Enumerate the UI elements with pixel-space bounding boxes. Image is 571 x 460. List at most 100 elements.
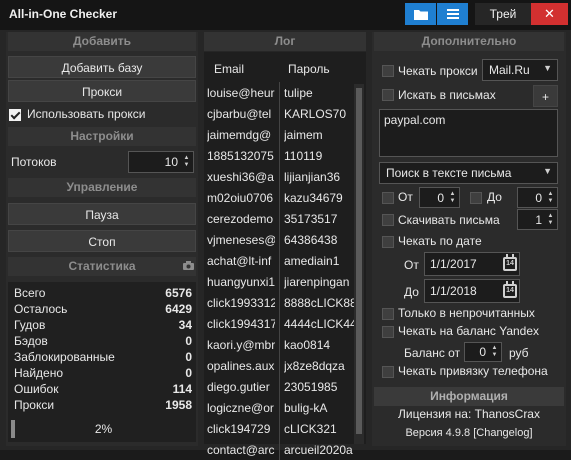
menu-button[interactable] bbox=[437, 3, 468, 25]
spin-arrows-icon[interactable]: ▲ ▼ bbox=[182, 155, 191, 169]
tray-button[interactable]: Трей bbox=[475, 3, 531, 25]
unread-checkbox[interactable] bbox=[382, 308, 394, 320]
column-divider bbox=[279, 145, 280, 166]
calendar-icon[interactable]: 14 bbox=[503, 281, 517, 298]
version-link[interactable]: Версия 4.9.8 [Changelog] bbox=[374, 427, 564, 439]
column-divider bbox=[279, 418, 280, 439]
proxy-button[interactable]: Прокси bbox=[8, 80, 196, 102]
log-password: 64386438 bbox=[284, 233, 338, 247]
use-proxy-checkbox[interactable] bbox=[9, 109, 21, 121]
log-email: logiczne@or bbox=[207, 401, 274, 415]
log-email: vjmeneses@ bbox=[207, 233, 275, 247]
search-letters-checkbox[interactable] bbox=[382, 89, 394, 101]
download-checkbox[interactable] bbox=[382, 214, 394, 226]
log-email: m02oiu0706 bbox=[207, 191, 274, 205]
phone-label: Чекать привязку телефона bbox=[398, 364, 548, 378]
log-email: huangyunxi1 bbox=[207, 275, 275, 289]
to-value: 0 bbox=[535, 191, 542, 205]
check-proxy-checkbox[interactable] bbox=[382, 65, 394, 77]
log-row[interactable]: diego.gutier 23051985 bbox=[204, 376, 354, 397]
mail-service-dropdown[interactable]: Mail.Ru ▼ bbox=[482, 59, 558, 81]
info-header: Информация bbox=[374, 387, 564, 406]
log-scroll-thumb[interactable] bbox=[356, 88, 362, 434]
yandex-checkbox[interactable] bbox=[382, 326, 394, 338]
log-row[interactable]: opalines.aux jx8ze8dqza bbox=[204, 355, 354, 376]
stat-value: 6429 bbox=[165, 302, 192, 316]
log-password: kazu34679 bbox=[284, 191, 343, 205]
license-text: Лицензия на: ThanosCrax bbox=[398, 407, 540, 421]
app-title: All-in-One Checker bbox=[9, 7, 118, 21]
log-row[interactable]: click1994317 4444cLICK44 bbox=[204, 313, 354, 334]
balance-spinbox[interactable]: 0 ▲ ▼ bbox=[464, 342, 502, 362]
stop-button[interactable]: Стоп bbox=[8, 230, 196, 252]
add-base-button[interactable]: Добавить базу bbox=[8, 56, 196, 78]
log-row[interactable]: cjbarbu@tel KARLOS70 bbox=[204, 103, 354, 124]
date-to-picker[interactable]: 1/1/2018 14 bbox=[424, 279, 520, 303]
log-password: cLICK321 bbox=[284, 422, 337, 436]
log-header: Лог bbox=[204, 32, 366, 51]
log-password: jaimem bbox=[284, 128, 323, 142]
threads-value: 10 bbox=[164, 155, 178, 169]
spin-arrows-icon[interactable]: ▲ ▼ bbox=[546, 213, 555, 227]
log-row[interactable]: cerezodemo 35173517 bbox=[204, 208, 354, 229]
column-divider bbox=[279, 355, 280, 376]
unread-label: Только в непрочитанных bbox=[398, 306, 535, 320]
log-email: click194729 bbox=[207, 422, 271, 436]
threads-label: Потоков bbox=[11, 155, 57, 169]
search-text-area[interactable]: paypal.com bbox=[379, 109, 558, 157]
log-row[interactable]: m02oiu0706 kazu34679 bbox=[204, 187, 354, 208]
spin-arrows-icon[interactable]: ▲ ▼ bbox=[490, 345, 499, 359]
col-password[interactable]: Пароль bbox=[288, 62, 330, 76]
spin-arrows-icon[interactable]: ▲ ▼ bbox=[546, 191, 555, 205]
log-email: opalines.aux bbox=[207, 359, 275, 373]
column-divider bbox=[279, 313, 280, 334]
from-spinbox[interactable]: 0 ▲ ▼ bbox=[419, 187, 460, 208]
to-spinbox[interactable]: 0 ▲ ▼ bbox=[517, 187, 558, 208]
threads-spinbox[interactable]: 10 ▲ ▼ bbox=[128, 151, 194, 173]
stat-label: Заблокированные bbox=[14, 350, 115, 364]
log-row[interactable]: louise@heur tulipe bbox=[204, 82, 354, 103]
log-row[interactable]: 1885132075 110119 bbox=[204, 145, 354, 166]
log-email: cerezodemo bbox=[207, 212, 274, 226]
log-row[interactable]: achat@lt-inf amediain1 bbox=[204, 250, 354, 271]
log-row[interactable]: click1993312 8888cLICK88 bbox=[204, 292, 354, 313]
calendar-day: 14 bbox=[506, 287, 514, 294]
mail-service-value: Mail.Ru bbox=[489, 63, 530, 77]
stat-value: 6576 bbox=[165, 286, 192, 300]
col-email[interactable]: Email bbox=[214, 62, 244, 76]
yandex-label: Чекать на баланс Yandex bbox=[398, 324, 540, 338]
spin-arrows-icon[interactable]: ▲ ▼ bbox=[448, 191, 457, 205]
date-from-picker[interactable]: 1/1/2017 14 bbox=[424, 252, 520, 276]
log-row[interactable]: jaimemdg@ jaimem bbox=[204, 124, 354, 145]
extra-header: Дополнительно bbox=[374, 32, 564, 51]
use-proxy-label: Использовать прокси bbox=[27, 107, 146, 121]
calendar-icon[interactable]: 14 bbox=[503, 254, 517, 271]
search-letters-label: Искать в письмах bbox=[398, 88, 496, 102]
close-button[interactable]: ✕ bbox=[531, 3, 568, 25]
column-divider bbox=[279, 376, 280, 397]
log-row[interactable]: logiczne@or bulig-kA bbox=[204, 397, 354, 418]
log-row[interactable]: xueshi36@a lijianjian36 bbox=[204, 166, 354, 187]
stats-header: Статистика bbox=[8, 257, 196, 276]
stat-row: Заблокированные 0 bbox=[14, 350, 192, 366]
add-search-button[interactable]: + bbox=[533, 85, 558, 107]
to-label: До bbox=[487, 190, 502, 204]
log-row[interactable]: click194729 cLICK321 bbox=[204, 418, 354, 439]
column-divider bbox=[279, 103, 280, 124]
log-row[interactable]: kaori.y@mbr kao0814 bbox=[204, 334, 354, 355]
check-date-checkbox[interactable] bbox=[382, 236, 394, 248]
download-spinbox[interactable]: 1 ▲ ▼ bbox=[517, 209, 558, 230]
from-checkbox[interactable] bbox=[382, 192, 394, 204]
folder-button[interactable] bbox=[405, 3, 436, 25]
log-row[interactable]: huangyunxi1 jiarenpingan bbox=[204, 271, 354, 292]
camera-icon[interactable] bbox=[183, 261, 194, 270]
search-mode-dropdown[interactable]: Поиск в тексте письма ▼ bbox=[379, 162, 558, 184]
phone-checkbox[interactable] bbox=[382, 366, 394, 378]
to-checkbox[interactable] bbox=[470, 192, 482, 204]
log-email: click1994317 bbox=[207, 317, 275, 331]
log-email: achat@lt-inf bbox=[207, 254, 272, 268]
log-row[interactable]: vjmeneses@ 64386438 bbox=[204, 229, 354, 250]
log-password: amediain1 bbox=[284, 254, 340, 268]
pause-button[interactable]: Пауза bbox=[8, 203, 196, 225]
control-header: Управление bbox=[8, 178, 196, 197]
